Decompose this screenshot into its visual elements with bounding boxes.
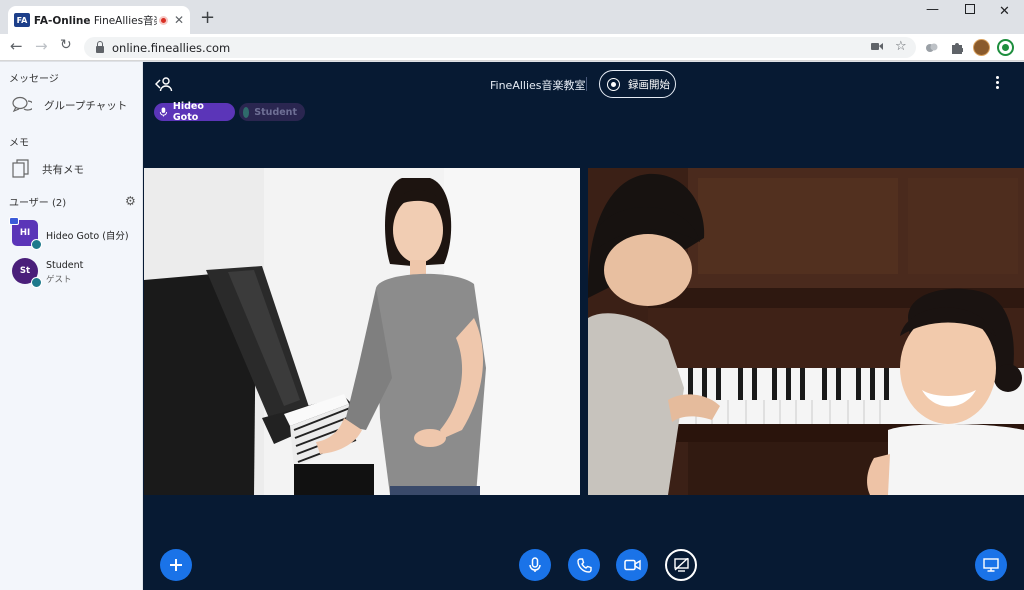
participant-name: Student [254, 106, 297, 118]
user-name: Hideo Goto (自分) [46, 231, 129, 242]
chat-badge-icon [9, 217, 19, 225]
users-heading: ユーザー (2) [9, 198, 67, 209]
more-options-icon[interactable] [996, 76, 1000, 91]
video-stage: FineAllies音楽教室 録画開始 Hideo Goto Student [143, 62, 1024, 590]
back-arrow-icon[interactable]: ← [10, 37, 23, 55]
bookmark-star-icon[interactable]: ☆ [895, 40, 907, 54]
lock-icon [96, 40, 104, 53]
shared-memo-label: 共有メモ [42, 163, 84, 176]
screen-share-off-button[interactable] [665, 549, 697, 581]
close-tab-icon[interactable]: ✕ [174, 13, 184, 27]
user-list-item[interactable]: St Student ゲスト [12, 258, 84, 288]
fa-favicon-icon: FA [14, 13, 30, 27]
minimize-window-icon[interactable]: — [926, 2, 939, 17]
microphone-button[interactable] [519, 549, 551, 581]
microphone-icon [159, 107, 168, 117]
reload-icon[interactable]: ↻ [60, 37, 72, 53]
status-dot-icon [243, 106, 250, 118]
profile-avatar[interactable] [973, 39, 990, 56]
presentation-screen-icon [983, 558, 999, 572]
divider [586, 77, 587, 91]
screen-share-off-icon [673, 558, 689, 572]
video-camera-icon [623, 559, 641, 571]
document-copy-icon [12, 159, 29, 178]
camera-indicator-icon[interactable] [871, 42, 883, 51]
browser-tab[interactable]: FA FA-Online FineAllies音楽教 ✕ [8, 6, 190, 34]
recording-indicator-icon [158, 15, 168, 25]
participant-name: Hideo Goto [172, 101, 204, 123]
guest-video-feed [588, 168, 1024, 495]
room-title: FineAllies音楽教室 [490, 79, 586, 92]
video-tile-guest[interactable] [588, 168, 1024, 495]
user-list-item[interactable]: HI Hideo Goto (自分) [9, 217, 129, 250]
avatar: St [12, 258, 42, 288]
participant-chip-host[interactable]: Hideo Goto [154, 101, 235, 123]
new-tab-button[interactable]: + [200, 9, 215, 27]
camera-button[interactable] [616, 549, 648, 581]
avatar: HI [9, 217, 42, 250]
forward-arrow-icon[interactable]: → [35, 37, 48, 55]
user-name: Student [46, 260, 84, 271]
extension-cloud-icon[interactable] [925, 41, 938, 53]
maximize-window-icon[interactable] [965, 4, 975, 14]
user-role: ゲスト [46, 275, 72, 285]
microphone-icon [529, 557, 541, 572]
sidebar: メッセージ グループチャット メモ 共有メモ ユーザー (2) ⚙ HI Hid… [0, 62, 143, 590]
host-video-feed [144, 168, 580, 495]
memo-heading: メモ [9, 138, 29, 149]
messages-heading: メッセージ [9, 74, 59, 85]
leave-room-icon[interactable] [155, 76, 173, 92]
video-tile-host[interactable] [144, 168, 580, 495]
tab-title: FA-Online FineAllies音楽教 [33, 14, 157, 27]
status-badge-icon [31, 239, 42, 250]
gear-icon[interactable]: ⚙ [125, 194, 136, 208]
shared-memo-item[interactable]: 共有メモ [12, 159, 84, 179]
extensions-puzzle-icon[interactable] [950, 41, 963, 54]
browser-address-bar: ← → ↻ online.fineallies.com ☆ [0, 34, 1024, 61]
group-chat-label: グループチャット [44, 99, 128, 112]
phone-icon [576, 557, 592, 573]
close-window-icon[interactable]: ✕ [999, 4, 1010, 19]
presentation-button[interactable] [975, 549, 1007, 581]
browser-tab-strip: FA FA-Online FineAllies音楽教 ✕ + — ✕ [0, 0, 1024, 34]
start-recording-button[interactable]: 録画開始 [599, 70, 676, 98]
chat-bubbles-icon [12, 96, 32, 113]
participant-chip-guest[interactable]: Student [239, 103, 305, 121]
group-chat-item[interactable]: グループチャット [12, 96, 127, 114]
add-button[interactable] [160, 549, 192, 581]
url-text: online.fineallies.com [112, 40, 231, 55]
record-icon [607, 77, 620, 91]
status-badge-icon [31, 277, 42, 288]
url-bar[interactable]: online.fineallies.com [84, 37, 916, 58]
record-label: 録画開始 [628, 78, 670, 91]
plus-icon [170, 559, 182, 571]
sync-extension-icon[interactable] [997, 39, 1014, 56]
phone-button[interactable] [568, 549, 600, 581]
